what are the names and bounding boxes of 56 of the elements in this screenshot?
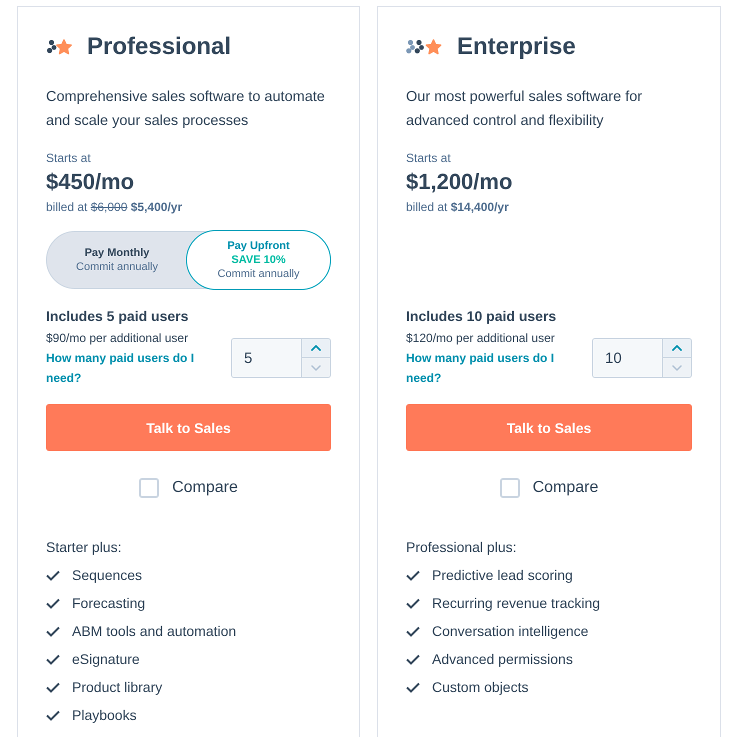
- check-icon: [46, 570, 60, 580]
- feature-label: Recurring revenue tracking: [432, 595, 600, 611]
- check-icon: [406, 598, 420, 608]
- feature-label: Playbooks: [72, 707, 137, 723]
- plan-description: Our most powerful sales software for advanced control and flexibility: [406, 88, 644, 131]
- chevron-down-icon: [672, 364, 682, 370]
- additional-user-price: $120/mo per additional user: [406, 330, 556, 347]
- feature-label: Custom objects: [432, 679, 528, 695]
- chevron-up-icon: [311, 345, 321, 351]
- check-icon: [406, 682, 420, 692]
- starts-at-label: Starts at: [406, 150, 452, 166]
- sprocket-star-icon: [406, 38, 442, 56]
- help-link[interactable]: How many paid users do I need?: [46, 348, 218, 388]
- plan-description: Comprehensive sales software to automate and scale your sales processes: [46, 88, 326, 131]
- increase-button[interactable]: [662, 338, 692, 358]
- compare-checkbox[interactable]: [500, 478, 520, 498]
- check-icon: [406, 654, 420, 664]
- feature-label: ABM tools and automation: [72, 623, 236, 639]
- feature-label: Forecasting: [72, 595, 146, 611]
- compare-checkbox[interactable]: [139, 478, 160, 498]
- features-heading: Professional plus:: [406, 538, 518, 557]
- check-icon: [406, 570, 420, 580]
- billing-note: billed at $14,400/yr: [406, 199, 510, 215]
- feature-label: eSignature: [72, 651, 140, 667]
- check-icon: [46, 598, 60, 608]
- increase-button[interactable]: [301, 338, 331, 358]
- billing-option[interactable]: Pay Monthly Commit annually: [46, 230, 188, 290]
- plan-price: $450/mo: [46, 168, 136, 196]
- feature-label: Sequences: [72, 567, 142, 583]
- user-count-field[interactable]: 5: [231, 338, 301, 378]
- additional-user-price: $90/mo per additional user: [46, 330, 190, 347]
- compare-label[interactable]: Compare: [532, 479, 598, 497]
- plan-title: Professional: [87, 32, 232, 62]
- user-count-field[interactable]: 10: [592, 338, 662, 378]
- included-users: Includes 10 paid users: [406, 307, 558, 326]
- check-icon: [46, 710, 60, 720]
- feature-label: Conversation intelligence: [432, 623, 588, 639]
- billing-option[interactable]: Pay Upfront SAVE 10% Commit annually: [186, 230, 331, 290]
- sprocket-star-icon: [46, 38, 72, 56]
- check-icon: [46, 654, 60, 664]
- plan-price: $1,200/mo: [406, 168, 514, 196]
- feature-label: Advanced permissions: [432, 651, 573, 667]
- help-link[interactable]: How many paid users do I need?: [406, 348, 578, 388]
- check-icon: [46, 682, 60, 692]
- billing-note: billed at $6,000 $5,400/yr: [46, 199, 184, 215]
- compare-label[interactable]: Compare: [172, 479, 238, 497]
- feature-label: Predictive lead scoring: [432, 567, 573, 583]
- chevron-up-icon: [672, 345, 682, 351]
- starts-at-label: Starts at: [46, 150, 92, 166]
- check-icon: [406, 626, 420, 636]
- included-users: Includes 5 paid users: [46, 307, 190, 326]
- check-icon: [46, 626, 60, 636]
- plan-title: Enterprise: [457, 32, 576, 62]
- feature-label: Product library: [72, 679, 162, 695]
- chevron-down-icon: [311, 364, 321, 370]
- features-heading: Starter plus:: [46, 538, 122, 557]
